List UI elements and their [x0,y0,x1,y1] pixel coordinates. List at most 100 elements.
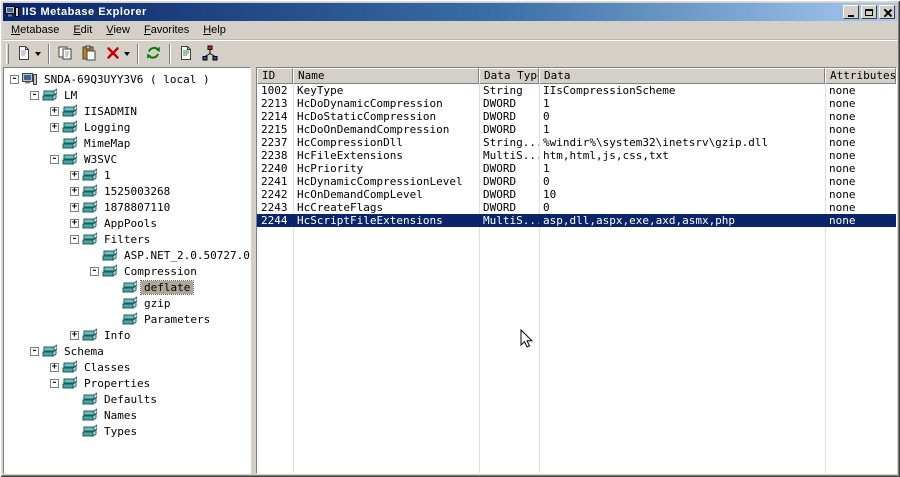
menu-favorites[interactable]: Favorites [137,22,196,39]
tree-item-apppools[interactable]: + AppPools [4,215,250,231]
tree-item-label[interactable]: Logging [81,121,133,134]
table-row-2243[interactable]: 2243 HcCreateFlags DWORD 0 none [257,201,896,214]
expand-icon[interactable]: + [50,362,59,372]
tree-item-label[interactable]: Parameters [141,313,213,326]
table-row-2214[interactable]: 2214 HcDoStaticCompression DWORD 0 none [257,110,896,123]
menu-view[interactable]: View [99,22,137,39]
table-row-1002[interactable]: 1002 KeyType String IIsCompressionScheme non… [257,84,896,97]
tree-item-label[interactable]: LM [61,89,80,102]
menu-help[interactable]: Help [196,22,233,39]
collapse-icon[interactable]: - [10,74,19,84]
collapse-icon[interactable]: - [50,154,59,164]
maximize-button[interactable] [861,5,877,19]
expand-icon[interactable]: + [70,330,79,340]
tree-item-info[interactable]: + Info [4,327,250,343]
tree-item-label[interactable]: Classes [81,361,133,374]
tree-item-mimemap[interactable]: MimeMap [4,135,250,151]
table-row-2213[interactable]: 2213 HcDoDynamicCompression DWORD 1 none [257,97,896,110]
column-header-id[interactable]: ID [257,68,293,84]
close-button[interactable] [879,5,895,19]
new-key-button[interactable] [13,43,44,65]
tree-item-w3svc[interactable]: - W3SVC [4,151,250,167]
tree-item-snda-69q3uyy3v6-local[interactable]: - SNDA-69Q3UYY3V6 ( local ) [4,71,250,87]
tree-item-parameters[interactable]: Parameters [4,311,250,327]
collapse-icon[interactable]: - [70,234,79,244]
dropdown-arrow-icon[interactable] [35,52,41,56]
titlebar[interactable]: IIS Metabase Explorer [3,3,897,21]
tree-item-schema[interactable]: - Schema [4,343,250,359]
tree-item-filters[interactable]: - Filters [4,231,250,247]
tree-item-asp-net-2-0-50727-0[interactable]: ASP.NET_2.0.50727.0 [4,247,250,263]
tree-item-1525003268[interactable]: +1525003268 [4,183,250,199]
expand-icon[interactable]: + [50,122,59,132]
dropdown-arrow-icon[interactable] [124,52,130,56]
refresh-button[interactable] [143,43,165,65]
app-icon [5,5,19,19]
tree-view[interactable]: - SNDA-69Q3UYY3V6 ( local ) - LM + IISADMIN + L… [3,67,251,474]
table-row-2237[interactable]: 2237 HcCompressionDll String... %windir%\sy… [257,136,896,149]
tree-item-label[interactable]: Info [101,329,134,342]
tree-item-label[interactable]: W3SVC [81,153,120,166]
delete-button[interactable] [102,43,133,65]
tree-item-label[interactable]: gzip [141,297,174,310]
column-header-name[interactable]: Name [293,68,479,84]
table-row-2215[interactable]: 2215 HcDoOnDemandCompression DWORD 1 none [257,123,896,136]
table-row-2244[interactable]: 2244 HcScriptFileExtensions MultiS... asp,d… [257,214,896,227]
tree-item-label[interactable]: deflate [139,279,195,295]
tree-item-names[interactable]: Names [4,407,250,423]
tree-item-label[interactable]: Types [101,425,140,438]
tree-item-label[interactable]: Schema [61,345,107,358]
tree-item-gzip[interactable]: gzip [4,295,250,311]
properties-button[interactable] [175,43,197,65]
connect-button[interactable] [199,43,221,65]
tree-item-label[interactable]: Properties [81,377,153,390]
tree-item-label[interactable]: Names [101,409,140,422]
menu-metabase[interactable]: Metabase [4,22,66,39]
paste-button[interactable] [78,43,100,65]
collapse-icon[interactable]: - [30,346,39,356]
toolbar-grip[interactable] [6,44,9,64]
tree-item-lm[interactable]: - LM [4,87,250,103]
table-row-2240[interactable]: 2240 HcPriority DWORD 1 none [257,162,896,175]
tree-item-label[interactable]: SNDA-69Q3UYY3V6 ( local ) [41,73,213,86]
tree-item-iisadmin[interactable]: + IISADMIN [4,103,250,119]
tree-item-deflate[interactable]: deflate [4,279,250,295]
tree-item-1878807110[interactable]: +1878807110 [4,199,250,215]
tree-item-label[interactable]: IISADMIN [81,105,140,118]
tree-item-types[interactable]: Types [4,423,250,439]
expand-icon[interactable]: + [70,186,79,196]
tree-item-label[interactable]: 1878807110 [101,201,173,214]
collapse-icon[interactable]: - [50,378,59,388]
tree-item-defaults[interactable]: Defaults [4,391,250,407]
tree-item-compression[interactable]: - Compression [4,263,250,279]
column-header-data[interactable]: Data [539,68,825,84]
menu-edit[interactable]: Edit [66,22,99,39]
tree-item-label[interactable]: MimeMap [81,137,133,150]
table-row-2238[interactable]: 2238 HcFileExtensions MultiS... htm,html,js… [257,149,896,162]
tree-item-label[interactable]: Defaults [101,393,160,406]
tree-item-label[interactable]: 1 [101,169,114,182]
tree-item-label[interactable]: AppPools [101,217,160,230]
expand-icon[interactable]: + [50,106,59,116]
list-view[interactable]: ID Name Data Type Data Attributes 1002 KeyTyp… [256,67,897,474]
tree-item-label[interactable]: Compression [121,265,200,278]
collapse-icon[interactable]: - [30,90,39,100]
collapse-icon[interactable]: - [90,266,99,276]
minimize-button[interactable] [843,5,859,19]
tree-item-1[interactable]: +1 [4,167,250,183]
tree-item-logging[interactable]: + Logging [4,119,250,135]
table-row-2242[interactable]: 2242 HcOnDemandCompLevel DWORD 10 none [257,188,896,201]
tree-item-label[interactable]: 1525003268 [101,185,173,198]
copy-button[interactable] [54,43,76,65]
column-header-attributes[interactable]: Attributes [825,68,896,84]
table-row-2241[interactable]: 2241 HcDynamicCompressionLevel DWORD 0 none [257,175,896,188]
tree-item-label[interactable]: Filters [101,233,153,246]
column-header-data-type[interactable]: Data Type [479,68,539,84]
expand-icon[interactable]: + [70,170,79,180]
tree-item-classes[interactable]: + Classes [4,359,250,375]
expand-icon[interactable]: + [70,202,79,212]
tree-item-properties[interactable]: - Properties [4,375,250,391]
tree-item-label[interactable]: ASP.NET_2.0.50727.0 [121,249,250,262]
expand-icon[interactable]: + [70,218,79,228]
